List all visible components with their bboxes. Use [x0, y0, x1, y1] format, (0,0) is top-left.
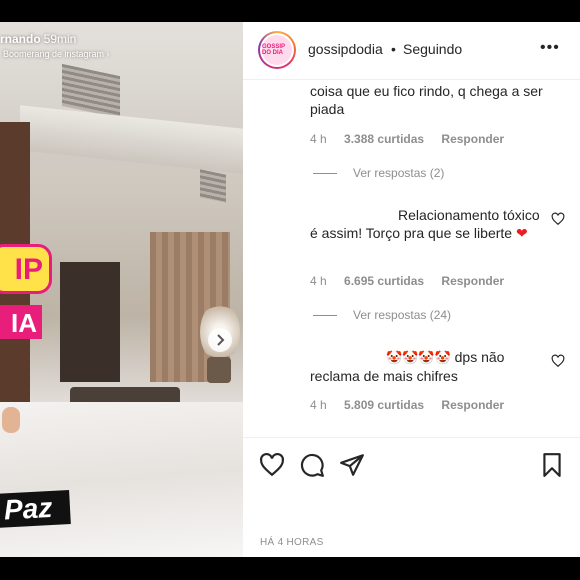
post-timestamp: HÁ 4 HORAS — [260, 537, 324, 548]
comments-panel: GOSSIP DO DIA gossipdodia • Seguindo •••… — [243, 22, 580, 557]
story-username: rnando 59min — [0, 32, 76, 46]
chevron-right-icon — [217, 334, 225, 346]
separator-dot: • — [391, 41, 396, 57]
comment-text-body: Relacionamento tóxico é assim! Torço pra… — [310, 207, 540, 241]
view-replies-label: Ver respostas (24) — [353, 308, 452, 322]
letterbox-bottom — [0, 557, 580, 580]
post-media[interactable]: rnando 59min Boomerang de instagram › IP … — [0, 22, 243, 557]
story-subtitle: Boomerang de instagram › — [3, 49, 110, 59]
comment-likes[interactable]: 5.809 curtidas — [344, 398, 424, 412]
vase — [207, 357, 231, 383]
comment-age: 4 h — [310, 132, 327, 146]
window — [60, 262, 120, 382]
comment-meta: 4 h 6.695 curtidas Responder — [310, 274, 518, 288]
post-header: GOSSIP DO DIA gossipdodia • Seguindo ••• — [243, 22, 580, 80]
paz-sticker-text: Paz — [3, 491, 54, 526]
avatar-logo: GOSSIP DO DIA — [262, 35, 292, 65]
bookmark-icon[interactable] — [539, 452, 565, 478]
comment-likes[interactable]: 3.388 curtidas — [344, 132, 424, 146]
view-replies-button[interactable]: Ver respostas (2) — [313, 166, 444, 180]
next-media-button[interactable] — [208, 328, 232, 352]
paz-sticker: Paz — [0, 490, 71, 528]
account-username[interactable]: gossipdodia — [308, 41, 383, 57]
following-button[interactable]: Seguindo — [403, 41, 462, 57]
red-heart-emoji: ❤ — [515, 225, 528, 241]
share-icon[interactable] — [339, 452, 365, 478]
post-actions — [243, 437, 580, 497]
view-replies-label: Ver respostas (2) — [353, 166, 445, 180]
clown-emojis: 🤡🤡🤡🤡 — [386, 350, 451, 365]
comment-like-heart-icon[interactable] — [551, 212, 565, 226]
comment-text: coisa que eu fico rindo, q chega a ser p… — [310, 83, 543, 117]
gossip-sticker-text: IP — [14, 253, 43, 286]
comment-text: Relacionamento tóxico é assim! Torço pra… — [310, 206, 546, 242]
replies-line — [313, 315, 337, 317]
bed — [0, 402, 243, 557]
reply-button[interactable]: Responder — [441, 398, 504, 412]
comment-meta: 4 h 5.809 curtidas Responder — [310, 398, 518, 412]
avatar[interactable]: GOSSIP DO DIA — [258, 31, 296, 69]
comment-like-heart-icon[interactable] — [551, 354, 565, 368]
letterbox-top — [0, 0, 580, 22]
comment-age: 4 h — [310, 398, 327, 412]
story-username-text: rnando — [0, 32, 41, 46]
comment-text: 🤡🤡🤡🤡 dps não reclama de mais chifres — [310, 348, 546, 385]
avatar-logo-text: GOSSIP DO DIA — [262, 44, 285, 56]
replies-line — [313, 173, 337, 175]
reply-button[interactable]: Responder — [441, 132, 504, 146]
comment-age: 4 h — [310, 274, 327, 288]
more-options-icon[interactable]: ••• — [540, 39, 560, 57]
comment-likes[interactable]: 6.695 curtidas — [344, 274, 424, 288]
gossip-sticker: IP — [0, 244, 52, 294]
dia-sticker: IA — [0, 305, 42, 339]
dia-sticker-text: IA — [11, 308, 37, 338]
comment-meta: 4 h 3.388 curtidas Responder — [310, 132, 518, 146]
view-replies-button[interactable]: Ver respostas (24) — [313, 308, 451, 322]
story-time: 59min — [43, 32, 77, 46]
hand — [2, 407, 20, 433]
comments-list[interactable]: coisa que eu fico rindo, q chega a ser p… — [243, 80, 580, 436]
heart-icon[interactable] — [259, 452, 285, 478]
comment-icon[interactable] — [299, 452, 325, 478]
reply-button[interactable]: Responder — [441, 274, 504, 288]
air-vent — [200, 169, 226, 203]
